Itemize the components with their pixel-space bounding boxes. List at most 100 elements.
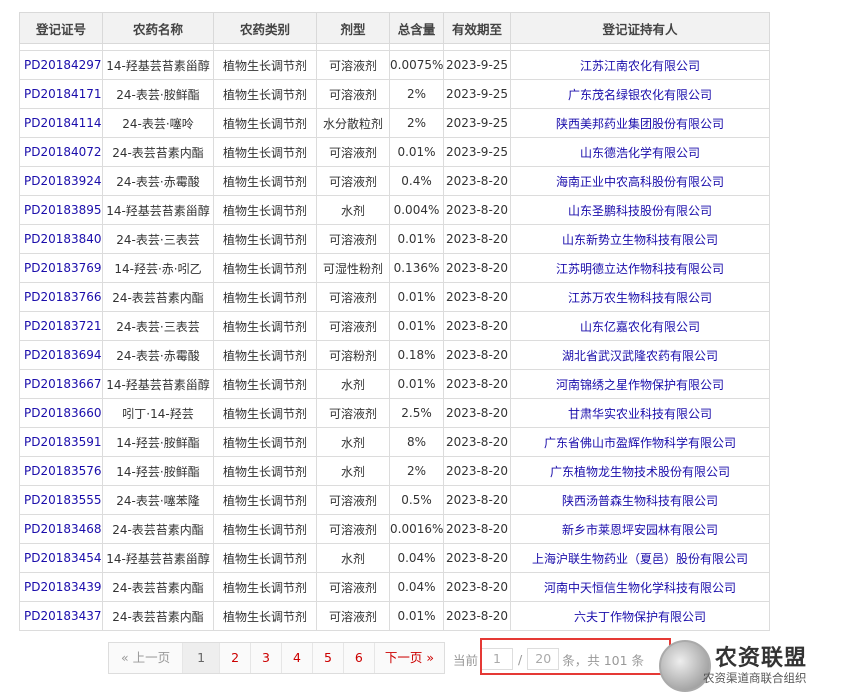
reg-no-link[interactable]: PD20183769	[24, 261, 102, 275]
cell-reg-no: PD20183555	[19, 485, 103, 515]
cell-pesticide-name: 24-表芸苔素内酯	[102, 572, 214, 602]
reg-no-link[interactable]: PD20183555	[24, 493, 102, 507]
cell-category: 植物生长调节剂	[213, 253, 317, 283]
holder-link[interactable]: 陕西美邦药业集团股份有限公司	[556, 117, 724, 131]
reg-no-link[interactable]: PD20183591	[24, 435, 102, 449]
cell-pesticide-name: 24-表芸苔素内酯	[102, 514, 214, 544]
holder-link[interactable]: 广东省佛山市盈辉作物科学有限公司	[544, 436, 736, 450]
holder-link[interactable]: 上海沪联生物药业（夏邑）股份有限公司	[532, 552, 748, 566]
cell-expiry: 2023-9-25	[443, 79, 511, 109]
reg-no-link[interactable]: PD20183437	[24, 609, 102, 623]
cell-content: 0.04%	[389, 543, 444, 573]
holder-link[interactable]: 广东茂名绿银农化有限公司	[568, 88, 712, 102]
cell-pesticide-name: 14-羟芸·赤·吲乙	[102, 253, 214, 283]
cell-holder: 广东茂名绿银农化有限公司	[510, 79, 770, 109]
next-page-button[interactable]: 下一页 »	[375, 643, 444, 673]
cell-pesticide-name: 14-羟芸·胺鲜酯	[102, 456, 214, 486]
reg-no-link[interactable]: PD20183694	[24, 348, 102, 362]
holder-link[interactable]: 江苏江南农化有限公司	[580, 59, 700, 73]
page-link-2[interactable]: 2	[220, 643, 252, 673]
reg-no-link[interactable]: PD20184171	[24, 87, 102, 101]
holder-link[interactable]: 甘肃华实农业科技有限公司	[568, 407, 712, 421]
reg-no-link[interactable]: PD20183667	[24, 377, 102, 391]
cell-expiry: 2023-8-20	[443, 601, 511, 631]
table-row: PD20183468 24-表芸苔素内酯 植物生长调节剂 可溶液剂 0.0016% 202…	[19, 514, 770, 544]
cell-content: 0.01%	[389, 311, 444, 341]
holder-link[interactable]: 河南中天恒信生物化学科技有限公司	[544, 581, 736, 595]
holder-link[interactable]: 江苏万农生物科技有限公司	[568, 291, 712, 305]
cell-formulation: 可溶液剂	[316, 166, 390, 196]
cell-holder: 新乡市莱恩坪安园林有限公司	[510, 514, 770, 544]
holder-link[interactable]: 六夫丁作物保护有限公司	[574, 610, 706, 624]
cell-category: 植物生长调节剂	[213, 543, 317, 573]
cell-expiry: 2023-8-20	[443, 311, 511, 341]
reg-no-link[interactable]: PD20183895	[24, 203, 102, 217]
cell-category: 植物生长调节剂	[213, 514, 317, 544]
cell-expiry: 2023-8-20	[443, 195, 511, 225]
cell-formulation: 水剂	[316, 427, 390, 457]
reg-no-link[interactable]: PD20183576	[24, 464, 102, 478]
cell-expiry: 2023-8-20	[443, 427, 511, 457]
holder-link[interactable]: 广东植物龙生物技术股份有限公司	[550, 465, 730, 479]
cell-formulation: 可溶液剂	[316, 572, 390, 602]
reg-no-link[interactable]: PD20184072	[24, 145, 102, 159]
col-header-category: 农药类别	[213, 12, 317, 44]
cell-content: 0.0016%	[389, 514, 444, 544]
cell-pesticide-name: 14-羟基芸苔素甾醇	[102, 543, 214, 573]
cell-reg-no: PD20184297	[19, 50, 103, 80]
holder-link[interactable]: 山东德浩化学有限公司	[580, 146, 700, 160]
cell-reg-no: PD20183840	[19, 224, 103, 254]
cell-expiry: 2023-8-20	[443, 485, 511, 515]
cell-holder: 山东新势立生物科技有限公司	[510, 224, 770, 254]
holder-link[interactable]: 陕西汤普森生物科技有限公司	[562, 494, 718, 508]
reg-no-link[interactable]: PD20183924	[24, 174, 102, 188]
holder-link[interactable]: 山东亿嘉农化有限公司	[580, 320, 700, 334]
cell-holder: 广东植物龙生物技术股份有限公司	[510, 456, 770, 486]
cell-reg-no: PD20183721	[19, 311, 103, 341]
cell-content: 2%	[389, 79, 444, 109]
cell-category: 植物生长调节剂	[213, 456, 317, 486]
cell-category: 植物生长调节剂	[213, 166, 317, 196]
cell-category: 植物生长调节剂	[213, 340, 317, 370]
holder-link[interactable]: 湖北省武汉武隆农药有限公司	[562, 349, 718, 363]
cell-reg-no: PD20183591	[19, 427, 103, 457]
cell-category: 植物生长调节剂	[213, 195, 317, 225]
cell-reg-no: PD20184171	[19, 79, 103, 109]
reg-no-link[interactable]: PD20183468	[24, 522, 102, 536]
holder-link[interactable]: 河南锦绣之星作物保护有限公司	[556, 378, 724, 392]
reg-no-link[interactable]: PD20183660	[24, 406, 102, 420]
table-row: PD20183555 24-表芸·噻苯隆 植物生长调节剂 可溶液剂 0.5% 2023-8…	[19, 485, 770, 515]
table-row: PD20184297 14-羟基芸苔素甾醇 植物生长调节剂 可溶液剂 0.0075% 20…	[19, 50, 770, 80]
reg-no-link[interactable]: PD20183840	[24, 232, 102, 246]
cell-formulation: 可溶液剂	[316, 282, 390, 312]
col-header-expiry: 有效期至	[443, 12, 511, 44]
page-link-6[interactable]: 6	[344, 643, 375, 673]
current-page-indicator: 1	[183, 643, 221, 673]
page-link-3[interactable]: 3	[251, 643, 282, 673]
cell-reg-no: PD20184072	[19, 137, 103, 167]
page-link-4[interactable]: 4	[282, 643, 313, 673]
cell-formulation: 可湿性粉剂	[316, 253, 390, 283]
reg-no-link[interactable]: PD20184297	[24, 58, 102, 72]
reg-no-link[interactable]: PD20183721	[24, 319, 102, 333]
prev-page-button[interactable]: « 上一页	[109, 643, 184, 673]
holder-link[interactable]: 江苏明德立达作物科技有限公司	[556, 262, 724, 276]
cell-reg-no: PD20184114	[19, 108, 103, 138]
holder-link[interactable]: 新乡市莱恩坪安园林有限公司	[562, 523, 718, 537]
cell-expiry: 2023-8-20	[443, 340, 511, 370]
holder-link[interactable]: 海南正业中农高科股份有限公司	[556, 175, 724, 189]
holder-link[interactable]: 山东新势立生物科技有限公司	[562, 233, 718, 247]
reg-no-link[interactable]: PD20183454	[24, 551, 102, 565]
reg-no-link[interactable]: PD20184114	[24, 116, 102, 130]
cell-content: 0.5%	[389, 485, 444, 515]
cell-formulation: 水剂	[316, 456, 390, 486]
reg-no-link[interactable]: PD20183439	[24, 580, 102, 594]
cell-expiry: 2023-8-20	[443, 572, 511, 602]
page-link-5[interactable]: 5	[313, 643, 344, 673]
cell-category: 植物生长调节剂	[213, 572, 317, 602]
table-row: PD20183437 24-表芸苔素内酯 植物生长调节剂 可溶液剂 0.01% 2023-…	[19, 601, 770, 631]
reg-no-link[interactable]: PD20183766	[24, 290, 102, 304]
logo-title: 农资联盟	[715, 646, 808, 671]
holder-link[interactable]: 山东圣鹏科技股份有限公司	[568, 204, 712, 218]
cell-pesticide-name: 24-表芸苔素内酯	[102, 137, 214, 167]
